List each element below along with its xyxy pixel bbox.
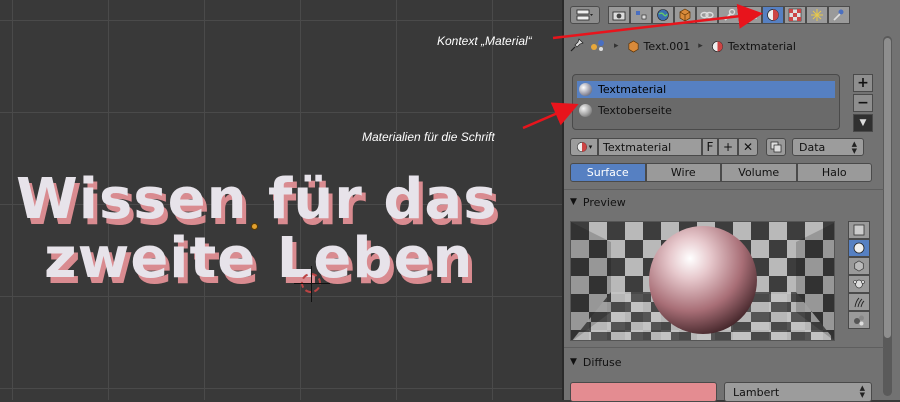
annotation-arrows [522,3,763,130]
arrow-to-material-slots [522,102,579,130]
arrow-to-material-context [552,3,763,40]
